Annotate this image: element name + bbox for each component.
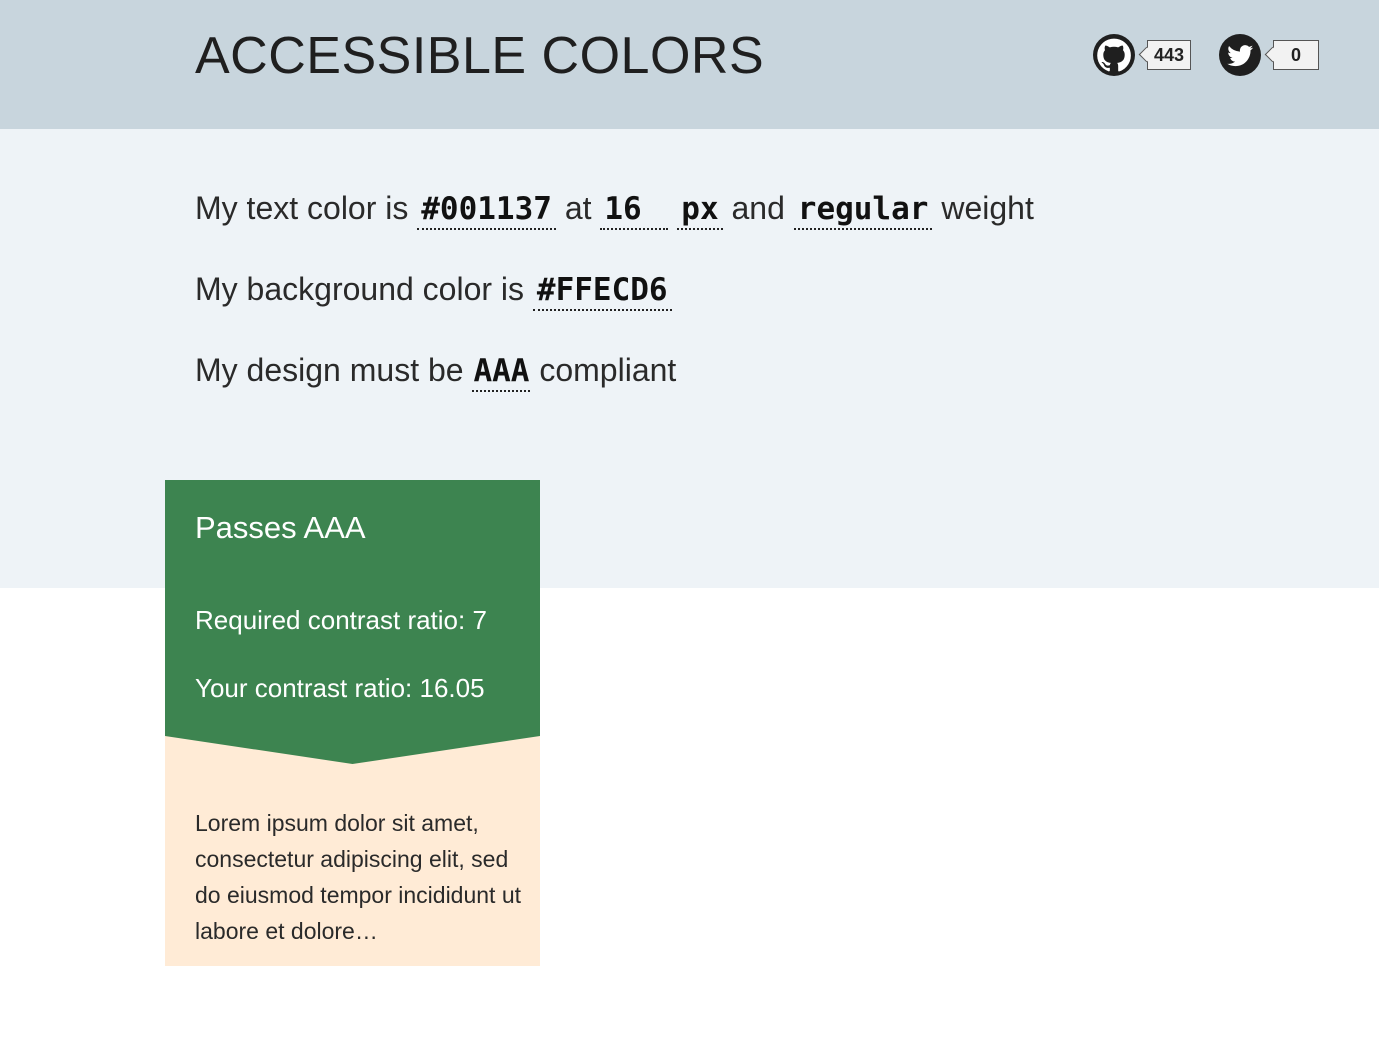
- background-settings-sentence: My background color is #FFECD6: [195, 269, 672, 311]
- compliance-settings-sentence: My design must be AAA compliant: [195, 350, 676, 392]
- github-star-count[interactable]: 443: [1147, 40, 1191, 70]
- github-icon[interactable]: [1093, 34, 1135, 76]
- text-color-label: My text color is: [195, 190, 409, 226]
- twitter-share-widget[interactable]: 0: [1219, 34, 1319, 76]
- twitter-icon[interactable]: [1219, 34, 1261, 76]
- compliance-level-select[interactable]: AAA: [472, 352, 531, 392]
- background-color-label: My background color is: [195, 271, 525, 307]
- result-verdict: Passes AAA: [195, 510, 366, 545]
- font-size-input[interactable]: 16: [600, 190, 669, 230]
- site-header: ACCESSIBLE COLORS 443 0: [0, 0, 1379, 129]
- your-ratio: Your contrast ratio: 16.05: [195, 673, 485, 703]
- github-star-widget[interactable]: 443: [1093, 34, 1191, 76]
- compliant-label: compliant: [539, 352, 677, 388]
- twitter-share-count[interactable]: 0: [1273, 40, 1319, 70]
- sample-text: Lorem ipsum dolor sit amet, consectetur …: [195, 810, 522, 944]
- result-card: Passes AAA Required contrast ratio: 7 Yo…: [165, 480, 540, 966]
- site-title: ACCESSIBLE COLORS: [195, 27, 765, 85]
- font-weight-select[interactable]: regular: [793, 190, 933, 230]
- font-unit-select[interactable]: px: [677, 190, 723, 230]
- background-color-input[interactable]: #FFECD6: [532, 271, 672, 311]
- required-ratio: Required contrast ratio: 7: [195, 605, 487, 635]
- at-label: at: [564, 190, 592, 226]
- text-color-input[interactable]: #001137: [417, 190, 556, 230]
- weight-label: weight: [941, 190, 1034, 226]
- compliance-label: My design must be: [195, 352, 464, 388]
- text-settings-sentence: My text color is #001137 at 16 px and re…: [195, 188, 1034, 230]
- and-label: and: [731, 190, 785, 226]
